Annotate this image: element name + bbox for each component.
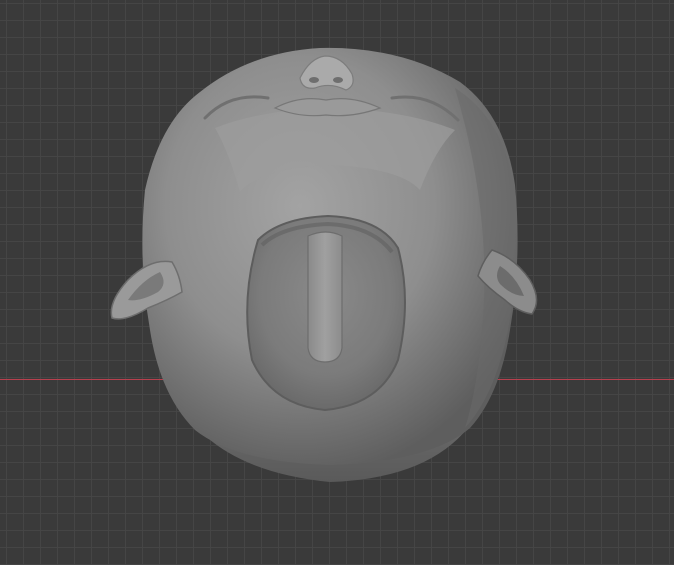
right-nostril <box>333 77 343 83</box>
left-nostril <box>309 77 319 83</box>
inner-stalk <box>307 231 343 363</box>
3d-viewport[interactable] <box>0 0 674 565</box>
sculpt-mesh-head[interactable] <box>0 0 674 565</box>
